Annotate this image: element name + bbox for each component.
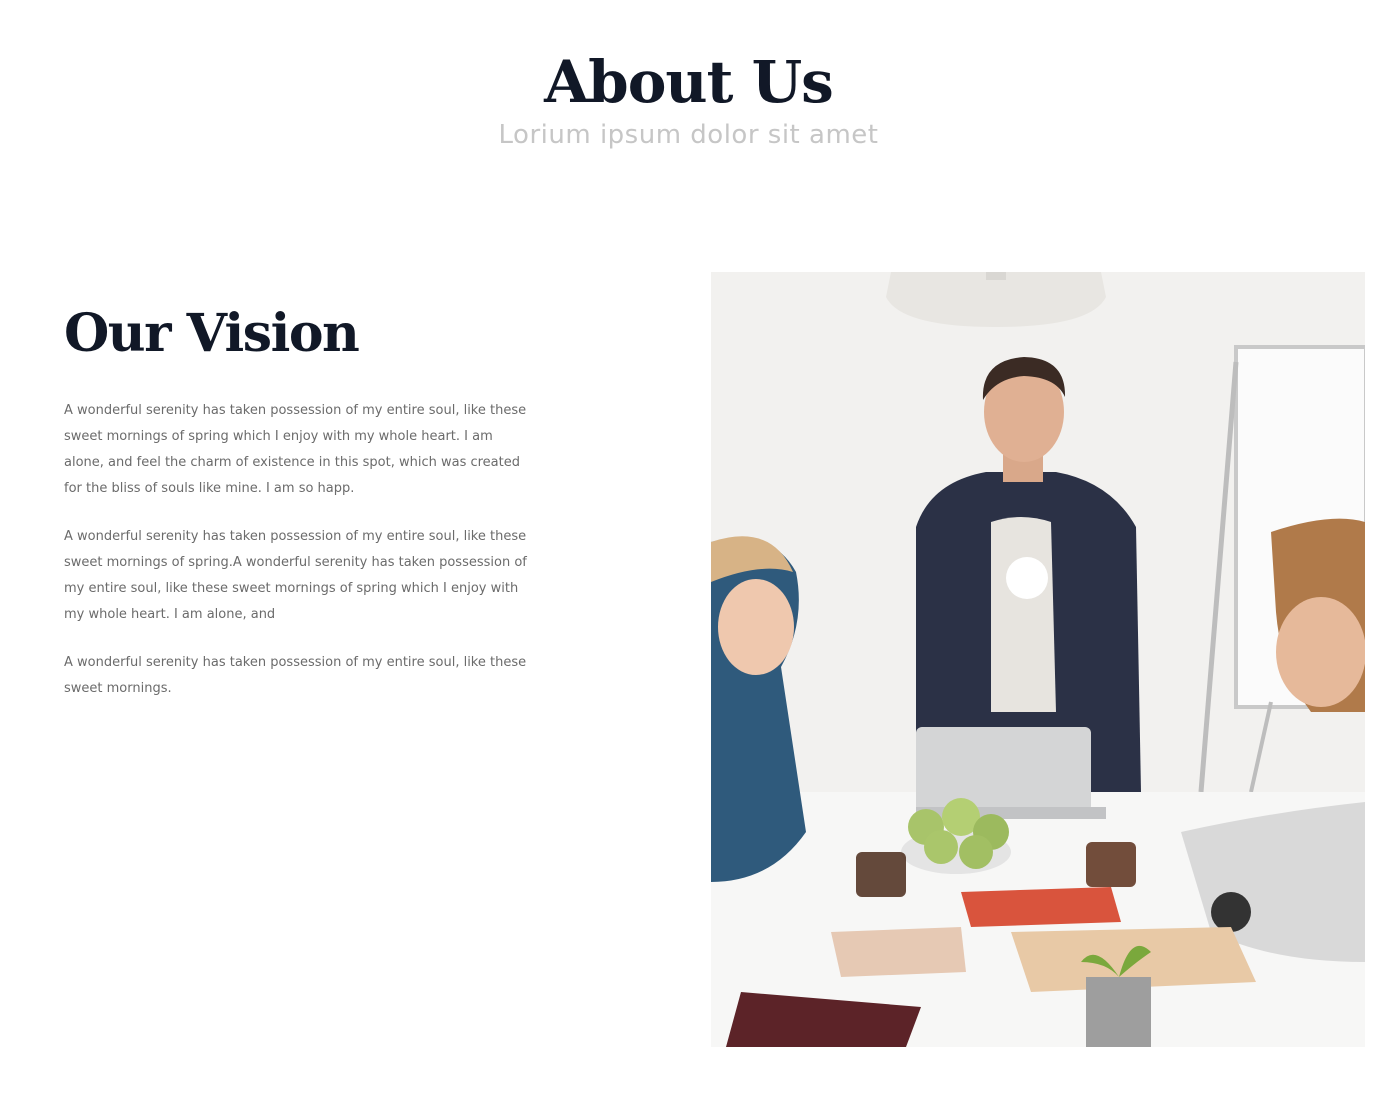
page-subtitle: Lorium ipsum dolor sit amet <box>498 120 879 150</box>
play-dot-icon[interactable] <box>1006 557 1048 599</box>
vision-title: Our Vision <box>64 303 360 364</box>
team-meeting-illustration <box>711 272 1365 1047</box>
vision-section: Our Vision A wonderful serenity has take… <box>64 300 534 724</box>
vision-paragraph-3: A wonderful serenity has taken possessio… <box>64 655 527 696</box>
vision-paragraph-1: A wonderful serenity has taken possessio… <box>64 403 527 496</box>
vision-paragraph-2: A wonderful serenity has taken possessio… <box>64 529 527 622</box>
page-title: About Us <box>544 48 834 116</box>
team-meeting-photo <box>711 272 1365 1047</box>
about-header: About Us Lorium ipsum dolor sit amet <box>0 48 1377 152</box>
